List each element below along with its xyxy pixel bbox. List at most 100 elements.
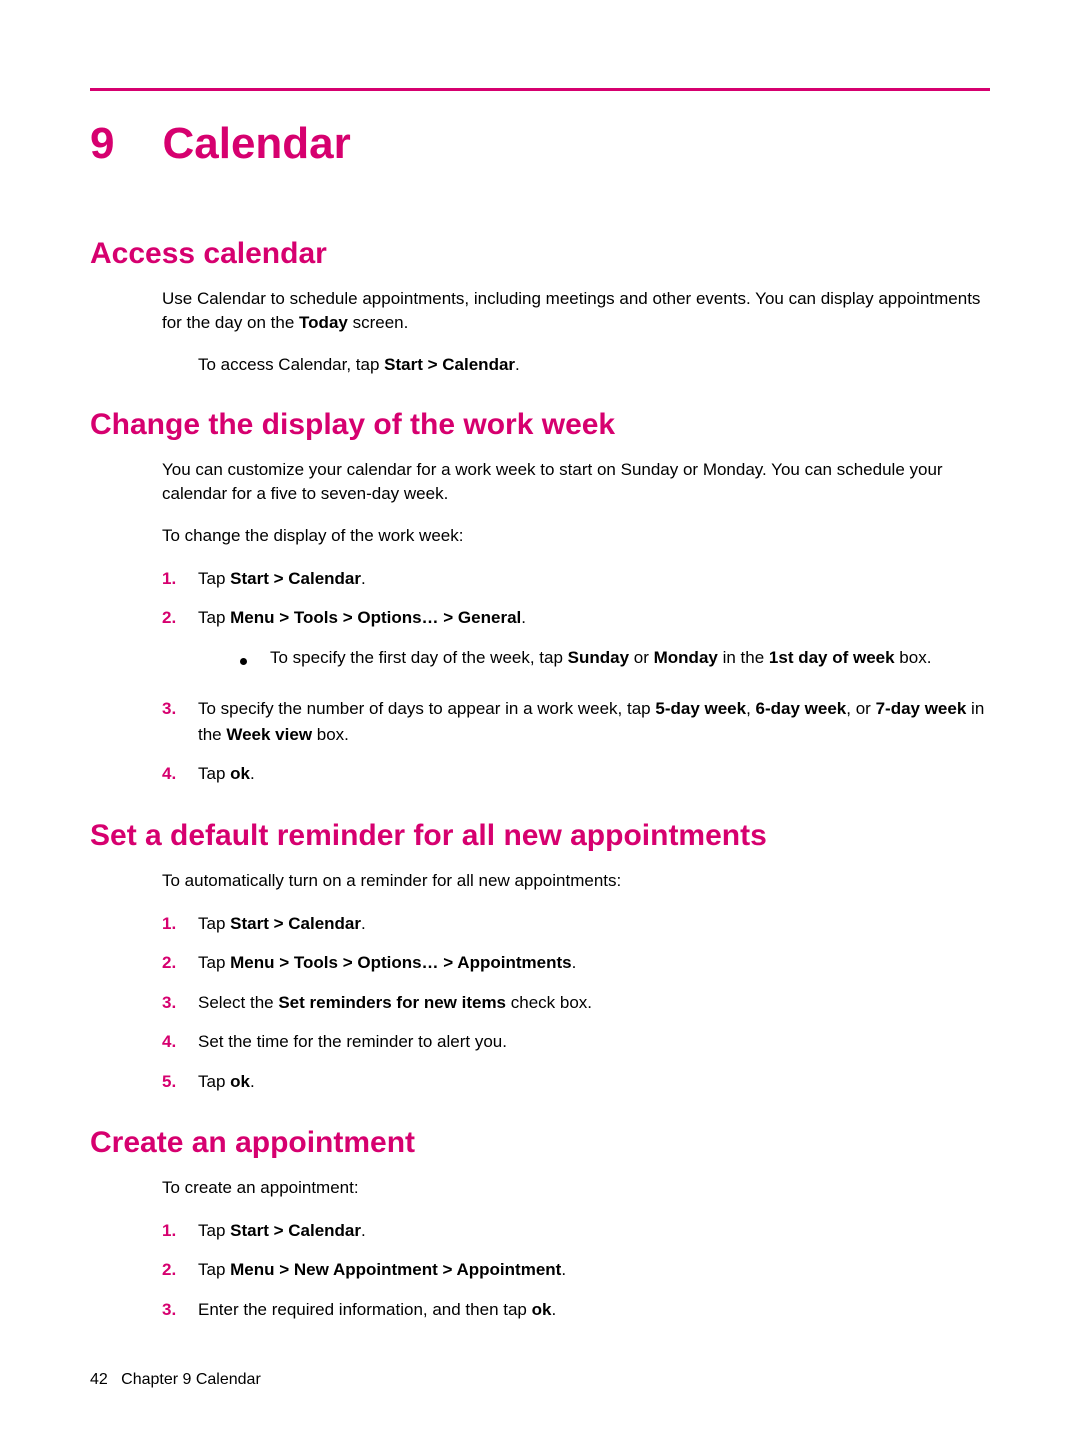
text: . (250, 1072, 255, 1091)
reminder-steps: 1. Tap Start > Calendar. 2. Tap Menu > T… (162, 911, 990, 1095)
text: Tap (198, 914, 230, 933)
bold-text: Menu > Tools > Options… > Appointments (230, 953, 571, 972)
step-number: 2. (162, 1257, 198, 1283)
reminder-para1: To automatically turn on a reminder for … (162, 869, 990, 893)
section-heading-reminder: Set a default reminder for all new appoi… (90, 819, 990, 853)
chapter-number: 9 (90, 119, 114, 169)
text: box. (312, 725, 349, 744)
text: Tap (198, 569, 230, 588)
text: . (361, 914, 366, 933)
text: . (572, 953, 577, 972)
text: screen. (348, 313, 408, 332)
sublist-item: To specify the first day of the week, ta… (234, 645, 990, 673)
list-item: 1. Tap Start > Calendar. (162, 566, 990, 592)
access-para1: Use Calendar to schedule appointments, i… (162, 287, 990, 335)
text: To specify the first day of the week, ta… (270, 648, 568, 667)
workweek-para1: You can customize your calendar for a wo… (162, 458, 990, 506)
step-number: 4. (162, 1029, 198, 1055)
text: Tap (198, 764, 230, 783)
list-item: 3. Select the Set reminders for new item… (162, 990, 990, 1016)
text: , (746, 699, 755, 718)
step-content: Tap ok. (198, 761, 990, 787)
section-heading-workweek: Change the display of the work week (90, 408, 990, 442)
text: To specify the number of days to appear … (198, 699, 655, 718)
bullet-icon (234, 645, 270, 673)
step-content: Tap Menu > New Appointment > Appointment… (198, 1257, 990, 1283)
list-item: 5. Tap ok. (162, 1069, 990, 1095)
sublist-content: To specify the first day of the week, ta… (270, 645, 931, 673)
bold-text: Menu > New Appointment > Appointment (230, 1260, 561, 1279)
step-number: 3. (162, 696, 198, 747)
step-content: Set the time for the reminder to alert y… (198, 1029, 990, 1055)
text: Tap (198, 953, 230, 972)
step-number: 2. (162, 950, 198, 976)
bold-text: 6-day week (756, 699, 847, 718)
bold-text: ok (230, 764, 250, 783)
text: Tap (198, 1221, 230, 1240)
bold-text: Start > Calendar (230, 1221, 361, 1240)
bold-text: Start > Calendar (230, 914, 361, 933)
bold-text: 1st day of week (769, 648, 895, 667)
list-item: 2. Tap Menu > Tools > Options… > General… (162, 605, 990, 682)
workweek-para2: To change the display of the work week: (162, 524, 990, 548)
bold-text: ok (532, 1300, 552, 1319)
list-item: 1. Tap Start > Calendar. (162, 911, 990, 937)
step-number: 5. (162, 1069, 198, 1095)
text: Tap (198, 1260, 230, 1279)
page-number: 42 (90, 1371, 108, 1388)
list-item: 4. Set the time for the reminder to aler… (162, 1029, 990, 1055)
text: Tap (198, 608, 230, 627)
list-item: 2. Tap Menu > New Appointment > Appointm… (162, 1257, 990, 1283)
text: check box. (506, 993, 592, 1012)
step-number: 1. (162, 566, 198, 592)
step-number: 3. (162, 1297, 198, 1323)
step-number: 1. (162, 1218, 198, 1244)
text: in the (718, 648, 769, 667)
section-heading-create: Create an appointment (90, 1126, 990, 1160)
step-content: Tap Start > Calendar. (198, 566, 990, 592)
chapter-title: Calendar (162, 119, 350, 169)
list-item: 3. To specify the number of days to appe… (162, 696, 990, 747)
text: Use Calendar to schedule appointments, i… (162, 289, 980, 332)
workweek-steps: 1. Tap Start > Calendar. 2. Tap Menu > T… (162, 566, 990, 787)
step-content: Select the Set reminders for new items c… (198, 990, 990, 1016)
list-item: 1. Tap Start > Calendar. (162, 1218, 990, 1244)
bold-text: 7-day week (876, 699, 967, 718)
bold-text: ok (230, 1072, 250, 1091)
page-footer: 42 Chapter 9 Calendar (90, 1371, 261, 1389)
create-para1: To create an appointment: (162, 1176, 990, 1200)
section-heading-access: Access calendar (90, 237, 990, 271)
access-para2: To access Calendar, tap Start > Calendar… (198, 353, 990, 377)
bold-text: Set reminders for new items (278, 993, 506, 1012)
text: . (250, 764, 255, 783)
text: or (629, 648, 654, 667)
bold-text: Monday (654, 648, 718, 667)
text: . (561, 1260, 566, 1279)
text: . (361, 1221, 366, 1240)
footer-label: Chapter 9 Calendar (121, 1371, 261, 1388)
step-number: 1. (162, 911, 198, 937)
bold-text: Start > Calendar (230, 569, 361, 588)
text: . (551, 1300, 556, 1319)
step-content: To specify the number of days to appear … (198, 696, 990, 747)
bold-text: Week view (226, 725, 312, 744)
bold-text: Sunday (568, 648, 629, 667)
step-content: Tap ok. (198, 1069, 990, 1095)
step-number: 2. (162, 605, 198, 682)
step-content: Tap Menu > Tools > Options… > General. T… (198, 605, 990, 682)
list-item: 4. Tap ok. (162, 761, 990, 787)
text: , or (846, 699, 875, 718)
bold-text: Today (299, 313, 348, 332)
create-steps: 1. Tap Start > Calendar. 2. Tap Menu > N… (162, 1218, 990, 1323)
top-rule (90, 88, 990, 91)
step-number: 3. (162, 990, 198, 1016)
list-item: 3. Enter the required information, and t… (162, 1297, 990, 1323)
step-content: Tap Menu > Tools > Options… > Appointmen… (198, 950, 990, 976)
text: . (515, 355, 520, 374)
text: . (361, 569, 366, 588)
sublist: To specify the first day of the week, ta… (234, 645, 990, 673)
text: Tap (198, 1072, 230, 1091)
bold-text: Start > Calendar (384, 355, 515, 374)
step-number: 4. (162, 761, 198, 787)
step-content: Tap Start > Calendar. (198, 1218, 990, 1244)
